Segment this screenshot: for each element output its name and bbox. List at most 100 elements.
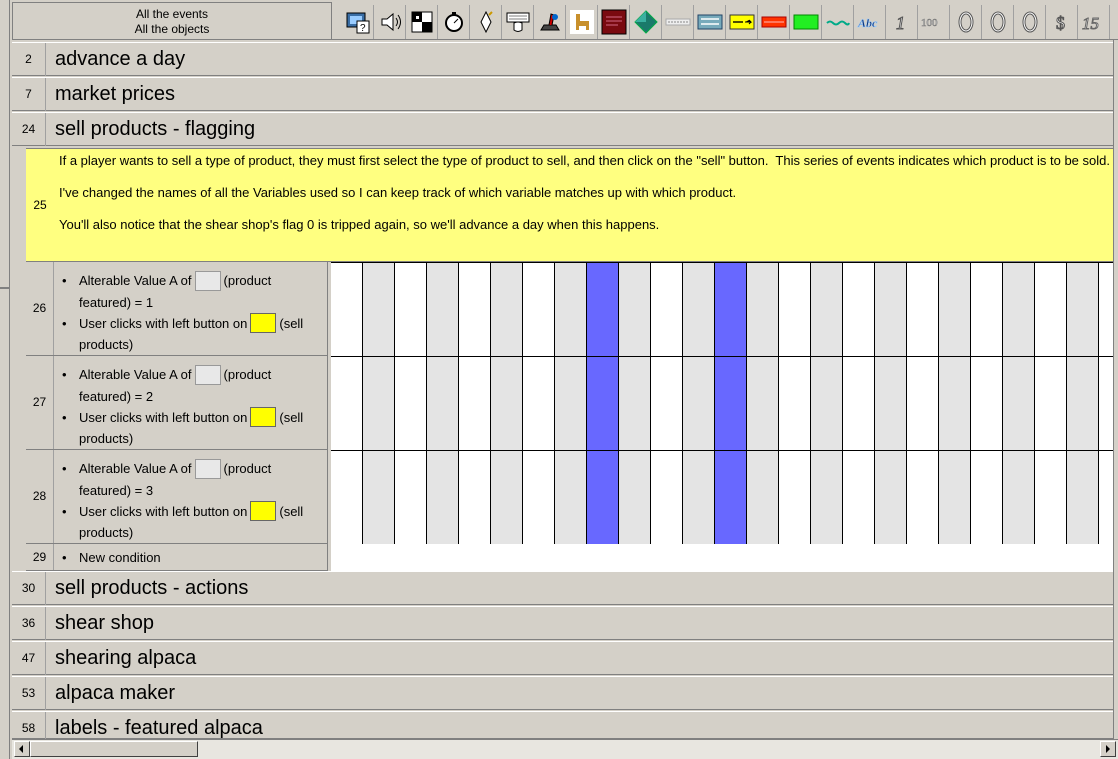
group-row[interactable]: 36 shear shop (12, 606, 1113, 640)
action-cell[interactable] (907, 263, 939, 356)
action-cell[interactable] (843, 451, 875, 544)
action-cell[interactable] (843, 357, 875, 450)
action-cell[interactable] (555, 263, 587, 356)
group-row[interactable]: 58 labels - featured alpaca (12, 711, 1113, 740)
condition-item[interactable]: • Alterable Value A of (product featured) … (59, 270, 325, 313)
dollar-icon[interactable]: $ (1046, 5, 1078, 39)
event-row[interactable]: 27 • Alterable Value A of (product feature… (26, 356, 328, 450)
new-condition-item[interactable]: • New condition (59, 547, 325, 568)
condition-item[interactable]: • User clicks with left button on (sell pr… (59, 407, 325, 450)
action-cell[interactable] (747, 451, 779, 544)
counter-icon[interactable] (662, 5, 694, 39)
action-cell[interactable] (459, 263, 491, 356)
counter-zero-icon[interactable] (982, 5, 1014, 39)
pass-month-button-icon[interactable] (694, 5, 726, 39)
scroll-thumb[interactable] (30, 741, 198, 757)
scroll-left-button[interactable] (14, 741, 30, 757)
action-cell[interactable] (1067, 263, 1099, 356)
group-row[interactable]: 30 sell products - actions (12, 571, 1113, 605)
action-cell-set[interactable] (715, 451, 747, 544)
action-cell[interactable] (779, 357, 811, 450)
timer-icon[interactable] (438, 5, 470, 39)
action-cell[interactable] (683, 263, 715, 356)
action-cell[interactable] (459, 357, 491, 450)
action-cell[interactable] (1035, 357, 1067, 450)
action-cell[interactable] (523, 263, 555, 356)
action-cell[interactable] (331, 263, 363, 356)
action-cell[interactable] (459, 451, 491, 544)
red-button-icon[interactable] (758, 5, 790, 39)
diamond-icon[interactable] (630, 5, 662, 39)
action-cell-set[interactable] (587, 263, 619, 356)
action-cell[interactable] (811, 451, 843, 544)
action-cell[interactable] (939, 451, 971, 544)
action-cell[interactable] (1003, 263, 1035, 356)
action-cell[interactable] (651, 451, 683, 544)
action-cell[interactable] (1003, 357, 1035, 450)
action-cell[interactable] (971, 357, 1003, 450)
action-cell[interactable] (971, 263, 1003, 356)
action-cell[interactable] (843, 263, 875, 356)
action-cell[interactable] (427, 357, 459, 450)
action-cell[interactable] (619, 357, 651, 450)
counter-zero-icon[interactable] (1014, 5, 1046, 39)
alpaca-icon[interactable] (566, 5, 598, 39)
action-cell[interactable] (1099, 357, 1113, 450)
action-cell[interactable] (1067, 357, 1099, 450)
create-object-icon[interactable] (470, 5, 502, 39)
action-cell[interactable] (747, 263, 779, 356)
action-cell[interactable] (1099, 263, 1113, 356)
condition-item[interactable]: • User clicks with left button on (sell pr… (59, 313, 325, 356)
string-icon[interactable] (822, 5, 854, 39)
action-cell[interactable] (427, 263, 459, 356)
system-icon[interactable]: ? (342, 5, 374, 39)
action-cell[interactable] (491, 263, 523, 356)
action-cell[interactable] (1099, 451, 1113, 544)
action-cell[interactable] (427, 451, 459, 544)
action-cell[interactable] (1003, 451, 1035, 544)
condition-item[interactable]: • Alterable Value A of (product featured) … (59, 364, 325, 407)
vertical-scrollbar[interactable] (1113, 40, 1118, 740)
action-cell[interactable] (363, 451, 395, 544)
action-cell-set[interactable] (587, 357, 619, 450)
new-condition-row[interactable]: 29 • New condition (26, 544, 328, 571)
counter-zero-icon[interactable] (950, 5, 982, 39)
sound-icon[interactable] (374, 5, 406, 39)
comment-row[interactable]: 25 If a player wants to sell a type of p… (26, 148, 1113, 262)
action-cell[interactable] (683, 451, 715, 544)
group-row[interactable]: 7 market prices (12, 77, 1113, 111)
action-cell[interactable] (331, 357, 363, 450)
action-cell[interactable] (875, 451, 907, 544)
action-cell[interactable] (395, 357, 427, 450)
storyboard-icon[interactable] (406, 5, 438, 39)
action-cell[interactable] (619, 263, 651, 356)
action-cell[interactable] (939, 357, 971, 450)
action-cell[interactable] (939, 263, 971, 356)
action-cell[interactable] (523, 451, 555, 544)
action-cell[interactable] (523, 357, 555, 450)
action-cell[interactable] (331, 451, 363, 544)
action-cell[interactable] (907, 451, 939, 544)
action-cell[interactable] (907, 357, 939, 450)
action-cell[interactable] (491, 451, 523, 544)
action-cell[interactable] (779, 263, 811, 356)
group-row[interactable]: 47 shearing alpaca (12, 641, 1113, 675)
green-button-icon[interactable] (790, 5, 822, 39)
action-cell[interactable] (363, 357, 395, 450)
number-15-icon[interactable]: 15 (1078, 5, 1110, 39)
action-cell[interactable] (555, 357, 587, 450)
shop-picture-icon[interactable] (598, 5, 630, 39)
action-cell[interactable] (555, 451, 587, 544)
action-cell[interactable] (1035, 451, 1067, 544)
group-row[interactable]: 2 advance a day (12, 42, 1113, 76)
action-cell[interactable] (1067, 451, 1099, 544)
event-row[interactable]: 28 • Alterable Value A of (product feature… (26, 450, 328, 544)
action-cell[interactable] (491, 357, 523, 450)
action-cell-set[interactable] (715, 263, 747, 356)
group-row[interactable]: 24 sell products - flagging (12, 112, 1113, 146)
action-cell[interactable] (971, 451, 1003, 544)
number-100-icon[interactable]: 100 (918, 5, 950, 39)
horizontal-scrollbar[interactable] (12, 739, 1118, 759)
keyboard-mouse-icon[interactable] (502, 5, 534, 39)
action-cell-set[interactable] (715, 357, 747, 450)
